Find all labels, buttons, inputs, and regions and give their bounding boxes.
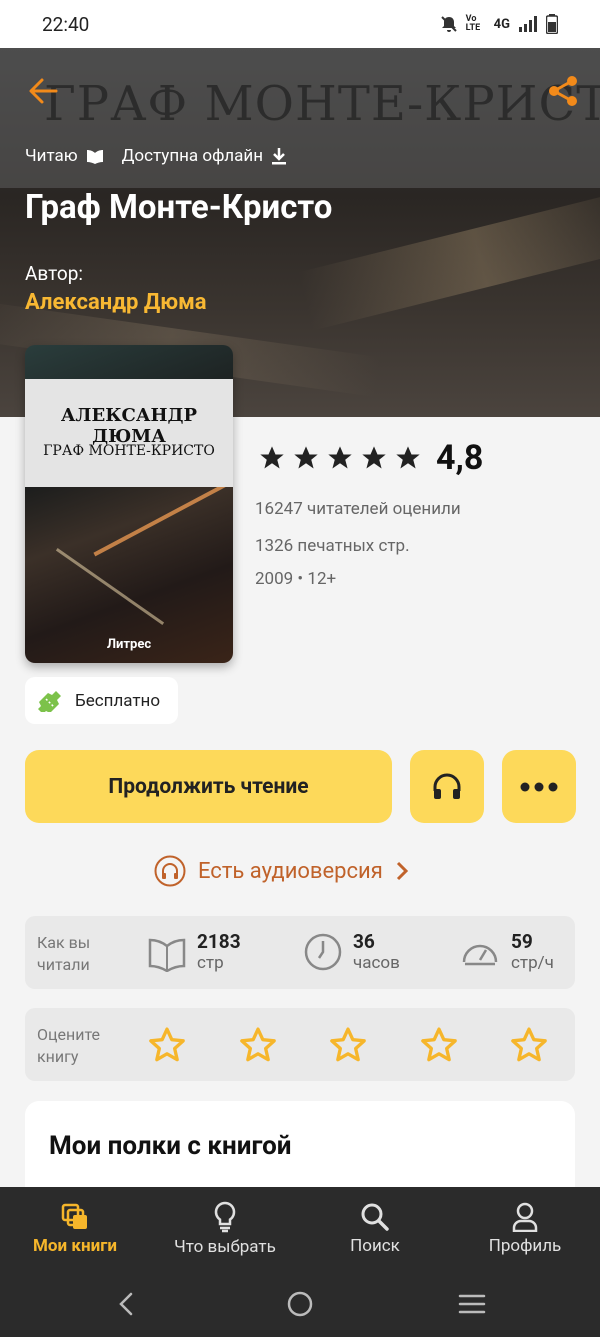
star-outline-icon[interactable] [147, 1025, 187, 1065]
cover-publisher-logo: Литрес [106, 637, 152, 652]
speedometer-icon [462, 944, 498, 965]
tab-search-label: Поиск [350, 1236, 400, 1256]
tab-my-books-label: Мои книги [33, 1236, 117, 1256]
status-icons: Vo LTE 4G [440, 14, 558, 34]
share-icon[interactable] [546, 74, 580, 108]
back-arrow-icon[interactable] [26, 74, 60, 108]
tab-profile-label: Профиль [488, 1236, 562, 1256]
hero-light-streak [298, 185, 600, 331]
book-tags: Читаю Доступна офлайн [25, 146, 287, 166]
tag-reading-label: Читаю [25, 146, 78, 166]
stat-pages-unit: стр [197, 953, 224, 973]
stat-speed-value: 59 [511, 930, 533, 953]
mute-bell-icon [440, 16, 457, 32]
tag-offline: Доступна офлайн [122, 146, 287, 166]
star-outline-icon[interactable] [238, 1025, 278, 1065]
clock-icon [304, 933, 342, 970]
tab-discover-label: Что выбрать [174, 1237, 276, 1257]
reading-stats-label: Как вы читали [37, 933, 91, 974]
more-options-button[interactable] [502, 750, 576, 823]
book-title: Граф Монте-Кристо [25, 188, 333, 227]
page-count: 1326 печатных стр. [255, 536, 410, 556]
cover-crack [55, 547, 165, 626]
battery-icon [546, 14, 558, 34]
stat-hours-unit: часов [353, 953, 400, 973]
nav-back-icon[interactable] [112, 1289, 142, 1319]
status-bar: 22:40 Vo LTE 4G [0, 0, 600, 48]
shelves-heading: Мои полки с книгой [49, 1131, 292, 1161]
cover-title: ГРАФ МОНТЕ-КРИСТО [43, 443, 215, 459]
star-outline-icon[interactable] [509, 1025, 549, 1065]
network-label: 4G [493, 16, 510, 32]
rate-book-label: Оцените книгу [37, 1025, 100, 1066]
rating-value: 4,8 [436, 438, 484, 478]
open-book-icon [86, 150, 103, 164]
nav-home-icon[interactable] [285, 1289, 315, 1319]
profile-icon [512, 1202, 538, 1232]
star-filled-icon [362, 446, 386, 469]
star-filled-icon [328, 446, 352, 469]
audio-version-link[interactable]: Есть аудиоверсия [154, 855, 409, 887]
stat-hours: 36 часов [303, 930, 400, 973]
star-filled-icon [396, 446, 420, 469]
price-label: Бесплатно [75, 690, 161, 711]
audio-version-label: Есть аудиоверсия [198, 858, 383, 884]
status-time: 22:40 [42, 12, 90, 36]
headphones-icon [433, 773, 461, 799]
star-outline-icon[interactable] [419, 1025, 459, 1065]
rate-book: Оцените книгу [25, 1008, 575, 1081]
volte-label: Vo LTE [465, 14, 481, 33]
hero-background-title: ГРАФ МОНТЕ-КРИСТО [44, 76, 600, 132]
star-outline-icon[interactable] [328, 1025, 368, 1065]
more-dots-icon [520, 782, 558, 791]
continue-reading-button[interactable]: Продолжить чтение [25, 750, 392, 823]
tab-profile[interactable]: Профиль [450, 1187, 600, 1271]
author-label: Автор: [25, 262, 84, 285]
open-book-icon [148, 938, 186, 972]
price-badge: Бесплатно [25, 677, 178, 724]
stat-hours-value: 36 [353, 930, 375, 953]
cover-author: АЛЕКСАНДР ДЮМА [60, 405, 198, 447]
ticket-icon [38, 690, 61, 712]
signal-icon [519, 16, 537, 32]
year-age: 2009 • 12+ [255, 569, 337, 589]
reading-stats: Как вы читали 2183 стр 36 часов 59 стр/ч [25, 916, 575, 989]
nav-menu-icon[interactable] [457, 1289, 487, 1319]
download-icon [272, 148, 286, 165]
stat-speed-unit: стр/ч [511, 953, 554, 973]
listen-button[interactable] [410, 750, 484, 823]
stat-pages: 2183 стр [147, 930, 241, 973]
author-link[interactable]: Александр Дюма [25, 290, 207, 315]
search-icon [361, 1203, 389, 1231]
tab-my-books[interactable]: Мои книги [0, 1187, 150, 1271]
bottom-tab-bar: Мои книги Что выбрать Поиск Профиль [0, 1187, 600, 1271]
lightbulb-icon [214, 1201, 236, 1233]
book-cover[interactable]: АЛЕКСАНДР ДЮМА ГРАФ МОНТЕ-КРИСТО Литрес [25, 345, 233, 663]
books-stack-icon [61, 1203, 87, 1229]
stat-speed: 59 стр/ч [459, 930, 554, 973]
rating: 4,8 [258, 438, 483, 478]
ratings-count: 16247 читателей оценили [255, 499, 461, 519]
stat-pages-value: 2183 [197, 930, 241, 953]
cover-crack [93, 477, 233, 557]
tag-reading: Читаю [25, 146, 104, 166]
headphones-circle-icon [154, 855, 186, 887]
system-nav-bar [0, 1271, 600, 1337]
tag-offline-label: Доступна офлайн [121, 146, 263, 166]
tab-search[interactable]: Поиск [300, 1187, 450, 1271]
star-filled-icon [260, 446, 284, 469]
tab-discover[interactable]: Что выбрать [150, 1187, 300, 1271]
chevron-right-icon [396, 861, 408, 881]
star-filled-icon [294, 446, 318, 469]
